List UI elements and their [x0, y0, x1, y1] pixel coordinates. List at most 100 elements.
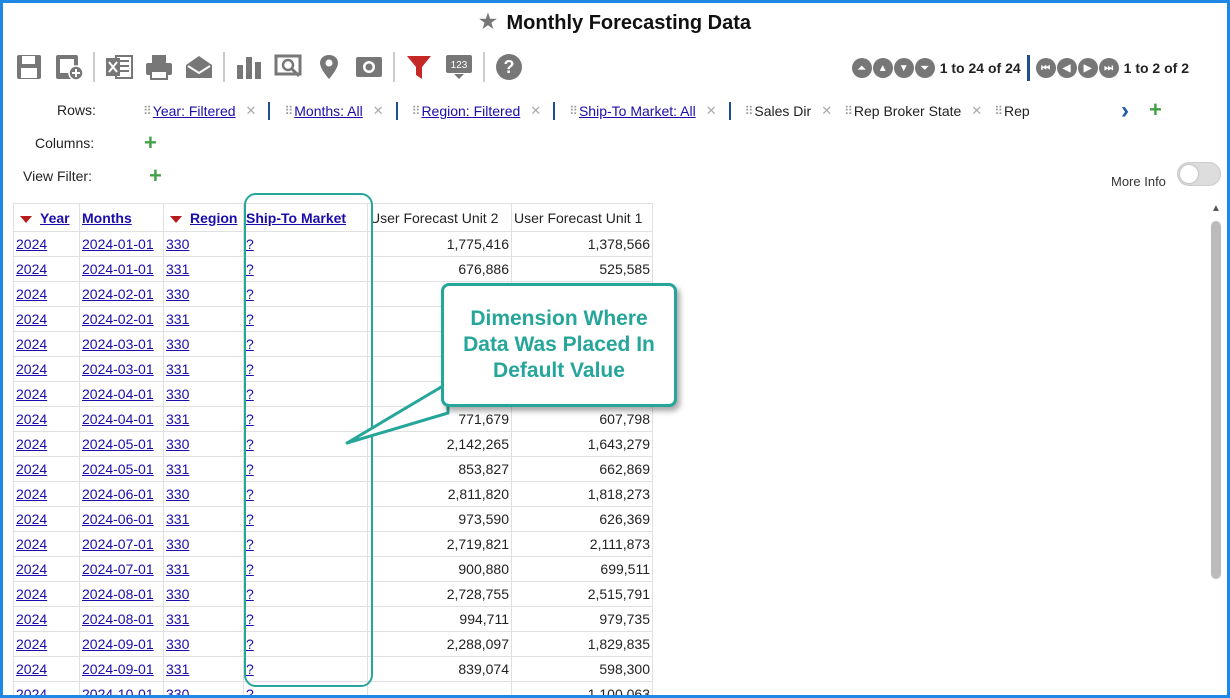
chip-sales-dir[interactable]: ⠿ Sales Dir ✕: [745, 103, 833, 119]
cell-region-link[interactable]: 330: [166, 486, 189, 502]
cell-year[interactable]: 2024: [13, 606, 80, 632]
cell-region-link[interactable]: 330: [166, 436, 189, 452]
add-row-plus-icon[interactable]: +: [1149, 99, 1162, 121]
close-icon[interactable]: ✕: [246, 103, 257, 119]
cell-month-link[interactable]: 2024-04-01: [82, 411, 154, 427]
cell-year[interactable]: 2024: [13, 381, 80, 407]
save-as-icon[interactable]: [53, 51, 85, 83]
cell-year-link[interactable]: 2024: [16, 411, 47, 427]
cell-month-link[interactable]: 2024-02-01: [82, 311, 154, 327]
cell-month[interactable]: 2024-04-01: [79, 381, 164, 407]
cell-region[interactable]: 330: [163, 231, 244, 257]
filter-icon[interactable]: [20, 215, 32, 223]
cell-year-link[interactable]: 2024: [16, 286, 47, 302]
cell-region-link[interactable]: 331: [166, 361, 189, 377]
cell-year-link[interactable]: 2024: [16, 311, 47, 327]
cell-year[interactable]: 2024: [13, 231, 80, 257]
cell-year-link[interactable]: 2024: [16, 611, 47, 627]
cell-month-link[interactable]: 2024-03-01: [82, 336, 154, 352]
cell-month[interactable]: 2024-05-01: [79, 456, 164, 482]
prev-page-icon[interactable]: ▲: [872, 58, 893, 78]
cell-year[interactable]: 2024: [13, 281, 80, 307]
col-header-link[interactable]: Months: [82, 210, 132, 226]
first-column-icon[interactable]: ⏮: [1035, 58, 1056, 78]
drag-grip-icon[interactable]: ⠿: [994, 104, 1003, 118]
cell-region-link[interactable]: 330: [166, 386, 189, 402]
cell-region-link[interactable]: 331: [166, 611, 189, 627]
cell-month[interactable]: 2024-07-01: [79, 556, 164, 582]
cell-region-link[interactable]: 331: [166, 561, 189, 577]
close-icon[interactable]: ✕: [971, 103, 982, 119]
filter-icon[interactable]: [170, 215, 182, 223]
cell-month[interactable]: 2024-05-01: [79, 431, 164, 457]
cell-region[interactable]: 330: [163, 331, 244, 357]
cell-region[interactable]: 330: [163, 581, 244, 607]
cell-month-link[interactable]: 2024-05-01: [82, 436, 154, 452]
add-filter-plus-icon[interactable]: +: [149, 165, 162, 187]
cell-region[interactable]: 331: [163, 506, 244, 532]
cell-year[interactable]: 2024: [13, 506, 80, 532]
cell-region[interactable]: 330: [163, 631, 244, 657]
drag-grip-icon[interactable]: ⠿: [143, 104, 152, 118]
cell-year[interactable]: 2024: [13, 406, 80, 432]
map-pin-icon[interactable]: [313, 51, 345, 83]
cell-region[interactable]: 330: [163, 281, 244, 307]
cell-month[interactable]: 2024-02-01: [79, 281, 164, 307]
cell-month[interactable]: 2024-08-01: [79, 581, 164, 607]
cell-month-link[interactable]: 2024-09-01: [82, 661, 154, 677]
zoom-report-icon[interactable]: [353, 51, 385, 83]
cell-region-link[interactable]: 331: [166, 511, 189, 527]
cell-month[interactable]: 2024-04-01: [79, 406, 164, 432]
cell-year[interactable]: 2024: [13, 581, 80, 607]
cell-region[interactable]: 331: [163, 606, 244, 632]
cell-year-link[interactable]: 2024: [16, 236, 47, 252]
cell-region[interactable]: 330: [163, 431, 244, 457]
cell-year[interactable]: 2024: [13, 431, 80, 457]
drag-grip-icon[interactable]: ⠿: [412, 104, 421, 118]
cell-year[interactable]: 2024: [13, 256, 80, 282]
cell-region[interactable]: 330: [163, 481, 244, 507]
save-icon[interactable]: [13, 51, 45, 83]
cell-month-link[interactable]: 2024-01-01: [82, 261, 154, 277]
cell-year-link[interactable]: 2024: [16, 336, 47, 352]
cell-region-link[interactable]: 330: [166, 636, 189, 652]
cell-year-link[interactable]: 2024: [16, 636, 47, 652]
cell-ship-to-market-link[interactable]: ?: [246, 686, 254, 695]
cell-region[interactable]: 331: [163, 656, 244, 682]
cell-year[interactable]: 2024: [13, 556, 80, 582]
drag-grip-icon[interactable]: ⠿: [569, 104, 578, 118]
cell-month-link[interactable]: 2024-05-01: [82, 461, 154, 477]
more-info-toggle[interactable]: [1177, 162, 1221, 186]
chip-rep[interactable]: ⠿ Rep: [994, 103, 1029, 119]
close-icon[interactable]: ✕: [706, 103, 717, 119]
cell-year-link[interactable]: 2024: [16, 486, 47, 502]
cell-month[interactable]: 2024-06-01: [79, 481, 164, 507]
cell-region[interactable]: 331: [163, 356, 244, 382]
cell-month-link[interactable]: 2024-01-01: [82, 236, 154, 252]
cell-month-link[interactable]: 2024-07-01: [82, 536, 154, 552]
last-column-icon[interactable]: ⏭: [1098, 58, 1119, 78]
cell-region-link[interactable]: 331: [166, 461, 189, 477]
cell-month[interactable]: 2024-01-01: [79, 256, 164, 282]
cell-year[interactable]: 2024: [13, 456, 80, 482]
cell-region-link[interactable]: 331: [166, 311, 189, 327]
cell-region[interactable]: 331: [163, 456, 244, 482]
cell-month[interactable]: 2024-02-01: [79, 306, 164, 332]
cell-year[interactable]: 2024: [13, 331, 80, 357]
cell-region-link[interactable]: 330: [166, 236, 189, 252]
cell-region[interactable]: 330: [163, 681, 244, 695]
cell-month[interactable]: 2024-07-01: [79, 531, 164, 557]
cell-month-link[interactable]: 2024-08-01: [82, 586, 154, 602]
chevron-right-icon[interactable]: ›: [1121, 97, 1129, 125]
scroll-thumb[interactable]: [1211, 221, 1221, 579]
add-column-plus-icon[interactable]: +: [144, 132, 157, 154]
chip-region[interactable]: ⠿ Region: Filtered ✕: [412, 103, 542, 119]
chip-rep-broker-state[interactable]: ⠿ Rep Broker State ✕: [844, 103, 982, 119]
close-icon[interactable]: ✕: [821, 103, 832, 119]
cell-month[interactable]: 2024-09-01: [79, 631, 164, 657]
col-header-user-forecast-unit-2[interactable]: User Forecast Unit 2: [367, 203, 512, 232]
cell-region[interactable]: 330: [163, 531, 244, 557]
presentation-icon[interactable]: [273, 51, 305, 83]
cell-region[interactable]: 331: [163, 556, 244, 582]
cell-year-link[interactable]: 2024: [16, 461, 47, 477]
